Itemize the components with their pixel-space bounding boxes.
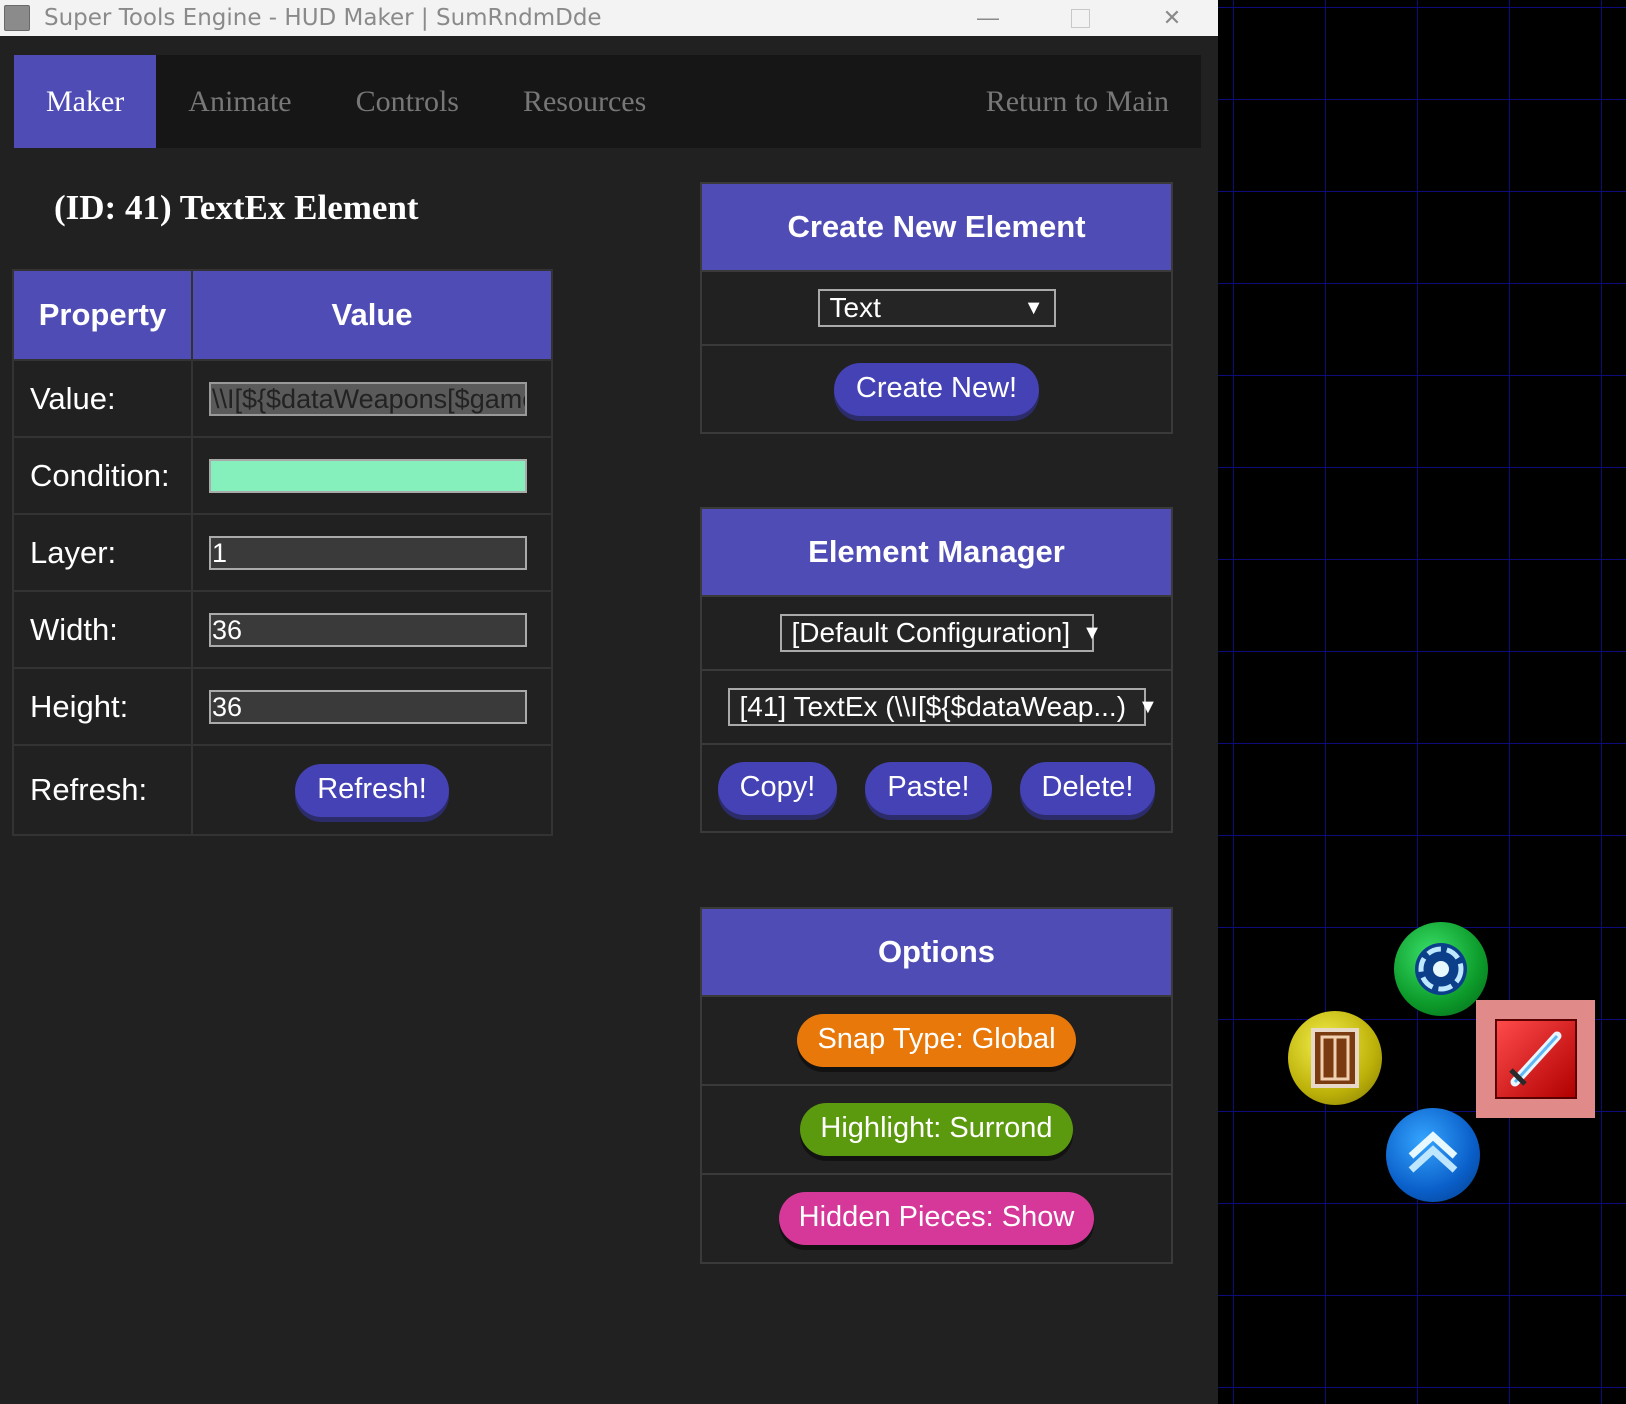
title-bar[interactable]: Super Tools Engine - HUD Maker | SumRndm… (0, 0, 1218, 36)
height-field[interactable]: 36 (209, 689, 527, 724)
chevron-down-icon: ▼ (1138, 695, 1158, 718)
table-row: Refresh: Refresh! (12, 744, 553, 836)
configuration-select[interactable]: [Default Configuration] ▼ (779, 614, 1102, 652)
table-row: Layer: 1 (12, 513, 553, 592)
value-header: Value (191, 269, 553, 361)
create-new-button[interactable]: Create New! (833, 362, 1040, 416)
property-table: Property Value Value: \\I[${$dataWeapons… (12, 269, 553, 836)
level-up-icon[interactable] (1386, 1108, 1480, 1202)
value-label: Value: (12, 359, 193, 438)
tab-maker[interactable]: Maker (14, 55, 157, 148)
layer-field[interactable]: 1 (209, 535, 527, 570)
table-row: Value: \\I[${$dataWeapons[$game (12, 359, 553, 438)
width-label: Width: (12, 590, 193, 669)
selected-element-highlight[interactable] (1476, 1000, 1595, 1118)
element-select-value: [41] TextEx (\\I[${$dataWeap...) (739, 691, 1127, 722)
maximize-button[interactable] (1050, 0, 1110, 36)
return-to-main-link[interactable]: Return to Main (954, 55, 1201, 148)
refresh-label: Refresh: (12, 744, 193, 836)
tab-resources[interactable]: Resources (491, 55, 678, 148)
table-row: Condition: (12, 436, 553, 515)
element-type-value: Text (829, 292, 881, 323)
condition-label: Condition: (12, 436, 193, 515)
options-panel: Options Snap Type: Global Highlight: Sur… (700, 907, 1173, 1264)
layer-label: Layer: (12, 513, 193, 592)
tab-animate[interactable]: Animate (156, 55, 323, 148)
options-panel-title: Options (702, 909, 1171, 995)
chevron-down-icon: ▼ (1023, 296, 1044, 319)
swirl-icon[interactable] (1394, 922, 1488, 1016)
paste-button[interactable]: Paste! (865, 761, 992, 815)
app-icon (4, 5, 30, 31)
configuration-value: [Default Configuration] (791, 617, 1071, 648)
element-type-select[interactable]: Text ▼ (817, 289, 1056, 327)
minimize-icon: — (977, 5, 999, 30)
width-field[interactable]: 36 (209, 612, 527, 647)
element-select[interactable]: [41] TextEx (\\I[${$dataWeap...) ▼ (727, 688, 1158, 726)
property-header: Property (12, 269, 193, 361)
hud-maker-window: Super Tools Engine - HUD Maker | SumRndm… (0, 0, 1218, 1404)
table-row: Width: 36 (12, 590, 553, 669)
value-field[interactable]: \\I[${$dataWeapons[$game (209, 381, 527, 416)
tab-controls[interactable]: Controls (324, 55, 491, 148)
door-icon[interactable] (1288, 1011, 1382, 1105)
main-nav: Maker Animate Controls Resources Return … (14, 55, 1201, 148)
create-panel-title: Create New Element (702, 184, 1171, 270)
hidden-pieces-button[interactable]: Hidden Pieces: Show (778, 1192, 1095, 1245)
delete-button[interactable]: Delete! (1019, 761, 1156, 815)
copy-button[interactable]: Copy! (717, 761, 838, 815)
minimize-button[interactable]: — (958, 0, 1018, 36)
snap-type-button[interactable]: Snap Type: Global (797, 1014, 1076, 1067)
window-title: Super Tools Engine - HUD Maker | SumRndm… (44, 5, 602, 31)
close-icon: ✕ (1162, 5, 1182, 30)
element-manager-panel: Element Manager [Default Configuration] … (700, 507, 1173, 833)
table-row: Height: 36 (12, 667, 553, 746)
manager-panel-title: Element Manager (702, 509, 1171, 595)
close-button[interactable]: ✕ (1142, 0, 1202, 36)
create-element-panel: Create New Element Text ▼ Create New! (700, 182, 1173, 434)
highlight-button[interactable]: Highlight: Surrond (800, 1103, 1073, 1156)
element-title: (ID: 41) TextEx Element (54, 188, 419, 227)
condition-field[interactable] (209, 458, 527, 493)
chevron-down-icon: ▼ (1082, 621, 1102, 644)
sword-icon (1494, 1019, 1577, 1099)
height-label: Height: (12, 667, 193, 746)
maximize-icon (1070, 8, 1090, 28)
refresh-button[interactable]: Refresh! (295, 763, 449, 817)
